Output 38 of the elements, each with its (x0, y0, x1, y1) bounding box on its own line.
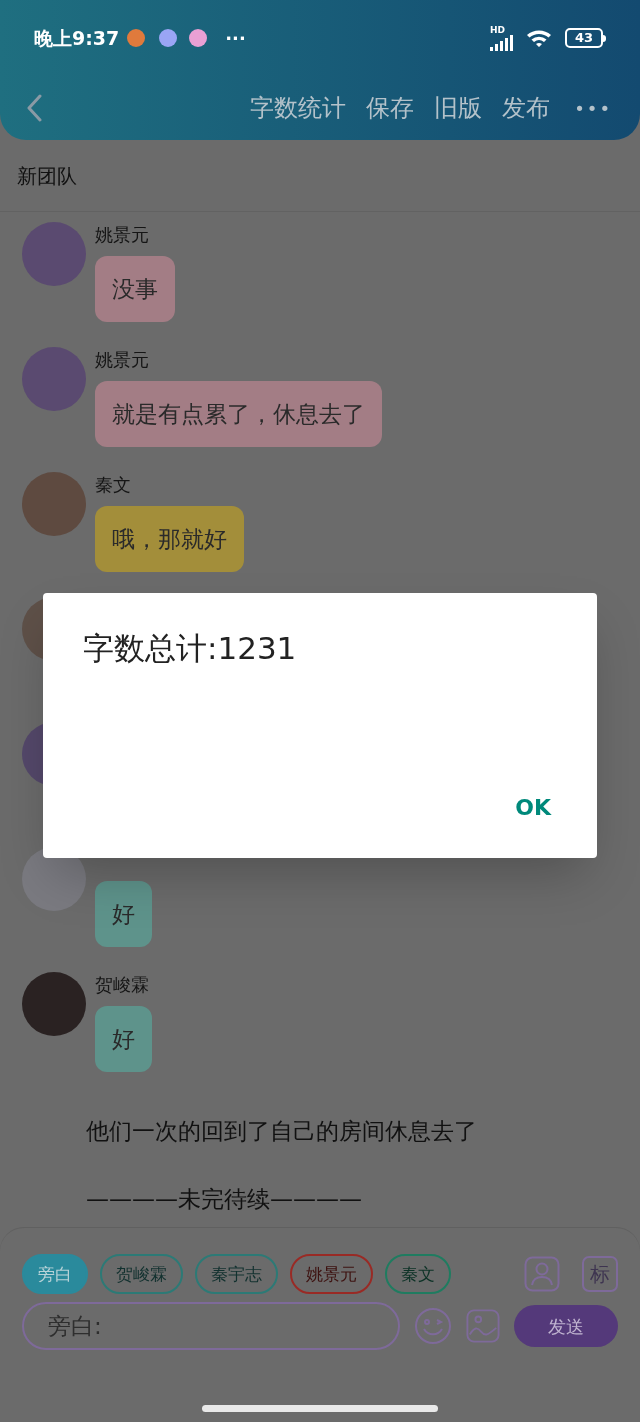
send-button[interactable]: 发送 (514, 1305, 618, 1347)
sender-name: 姚景元 (95, 223, 149, 247)
sender-name: 贺峻霖 (95, 973, 149, 997)
app-notification-icon (189, 29, 208, 47)
role-chip[interactable]: 贺峻霖 (100, 1254, 183, 1294)
app-notification-icon (127, 29, 146, 47)
role-chip[interactable]: 姚景元 (290, 1254, 373, 1294)
status-time: 晚上9:37 (34, 25, 120, 51)
sender-name: 秦文 (95, 473, 131, 497)
narration-text: 他们一次的回到了自己的房间休息去了 (86, 1116, 477, 1146)
role-chip[interactable]: 秦文 (385, 1254, 451, 1294)
message-bubble: 没事 (95, 256, 175, 322)
ok-button[interactable]: OK (513, 791, 553, 824)
person-icon[interactable] (524, 1256, 560, 1292)
role-chip[interactable]: 秦宇志 (195, 1254, 278, 1294)
emoji-icon[interactable] (414, 1307, 452, 1345)
header-action[interactable]: 字数统计 (250, 96, 347, 120)
message-bubble: 就是有点累了，休息去了 (95, 381, 382, 447)
wifi-icon (525, 27, 553, 49)
message-bubble: 好 (95, 881, 152, 947)
image-icon[interactable] (466, 1309, 500, 1343)
notification-more: ··· (225, 26, 246, 51)
back-icon[interactable] (26, 94, 42, 122)
chat-title: 新团队 (17, 162, 77, 190)
header-action[interactable]: 发布 (502, 96, 551, 120)
more-button[interactable]: ••• (574, 94, 612, 122)
message-bubble: 哦，那就好 (95, 506, 244, 572)
message-input[interactable]: 旁白: (22, 1302, 400, 1350)
role-chip[interactable]: 旁白 (22, 1254, 88, 1294)
header-action[interactable]: 保存 (366, 96, 415, 120)
battery-icon: 43 (565, 28, 603, 48)
sender-name: 姚景元 (95, 348, 149, 372)
dialog-message: 字数总计:1231 (83, 629, 297, 668)
home-indicator[interactable] (202, 1405, 438, 1412)
header-action[interactable]: 旧版 (434, 96, 483, 120)
narration-text: ————未完待续———— (86, 1184, 362, 1214)
app-notification-icon (159, 29, 178, 47)
message-bubble: 好 (95, 1006, 152, 1072)
